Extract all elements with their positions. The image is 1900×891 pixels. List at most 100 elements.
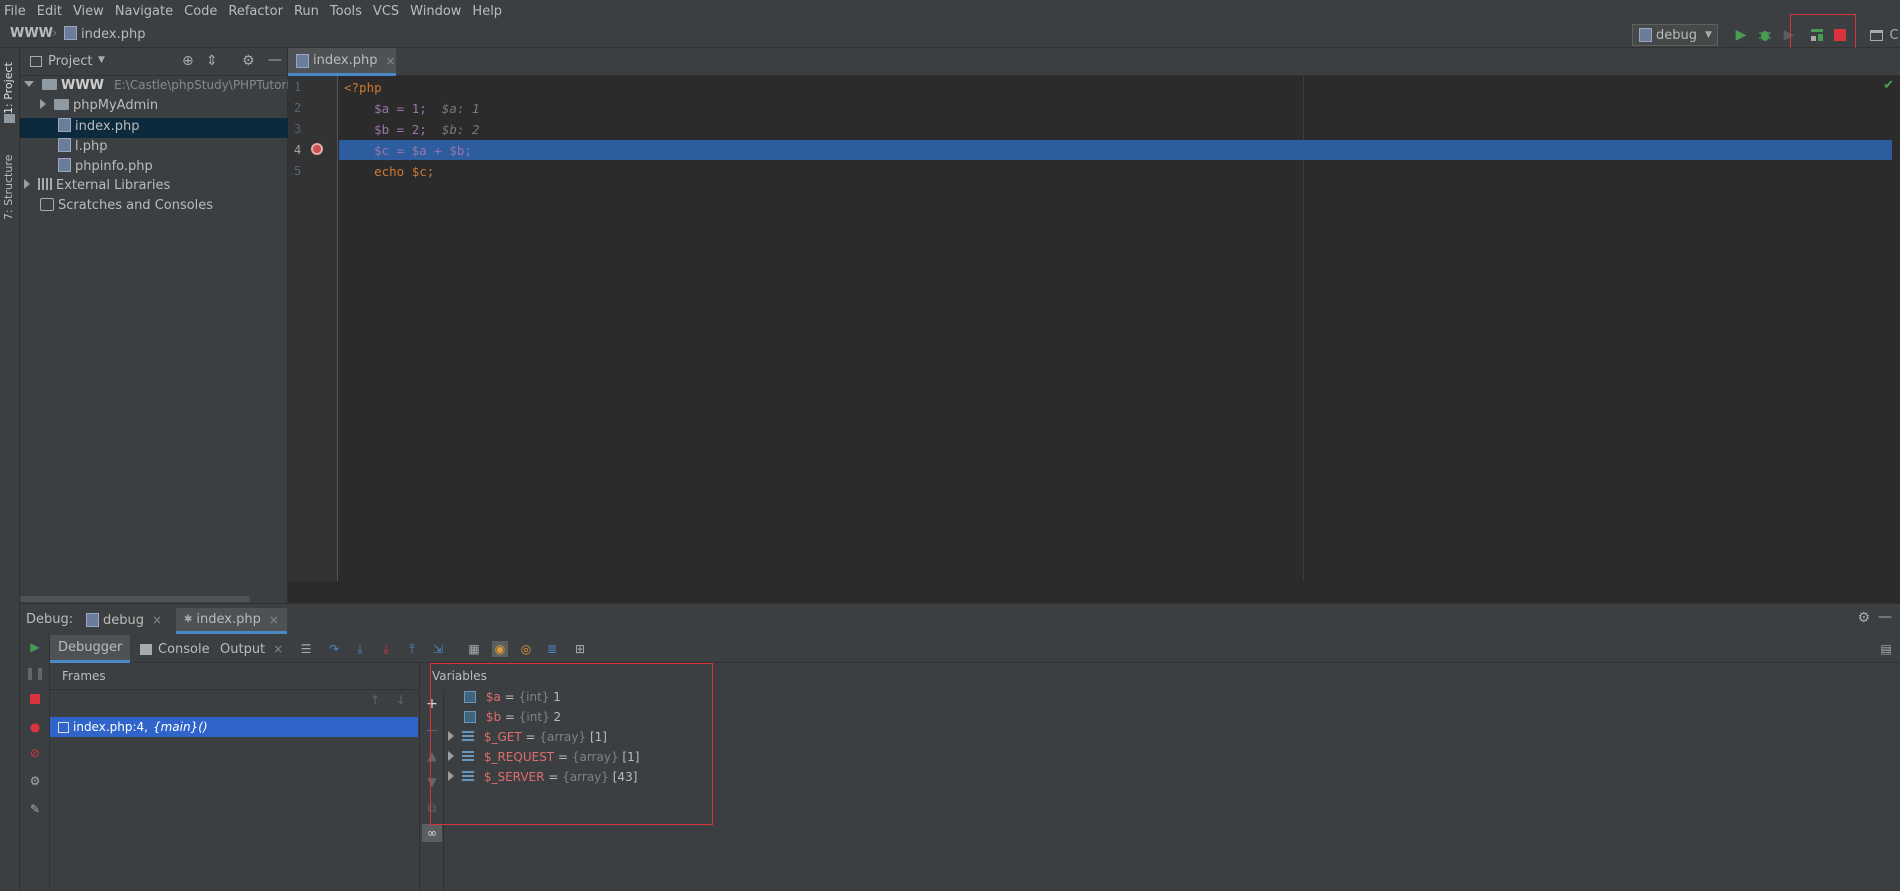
menu-tools[interactable]: Tools [330, 4, 362, 19]
breadcrumb-file-label: index.php [81, 27, 146, 42]
console-icon [140, 643, 152, 655]
inline-value: $a: 1 [441, 101, 480, 116]
break-on-first-line-icon[interactable]: ◉ [492, 641, 508, 657]
layout-settings-icon[interactable]: ▤ [1878, 641, 1894, 657]
step-over-icon[interactable]: ↷ [326, 641, 342, 657]
run-to-cursor-icon[interactable]: ⇲ [430, 641, 446, 657]
step-out-icon[interactable]: ⤒ [404, 641, 420, 657]
locate-target-icon[interactable]: ⊕ [182, 53, 194, 69]
tree-item-phpinfo-php[interactable]: phpinfo.php [20, 158, 288, 178]
debugger-toolbar: Debugger Console Output × ☰ ↷ ⤓ ⤓ ⤒ ⇲ ▦ … [20, 635, 1900, 663]
ignore-breakpoints-icon[interactable]: ◎ [518, 641, 534, 657]
subtab-output[interactable]: Output × [220, 635, 283, 663]
breadcrumb-root[interactable]: WWW [10, 26, 53, 41]
tree-item-phpmyadmin[interactable]: phpMyAdmin [20, 98, 288, 118]
gear-icon[interactable]: ⚙ [1857, 610, 1870, 626]
subtab-debugger[interactable]: Debugger [50, 635, 131, 663]
tree-item-l-php[interactable]: l.php [20, 138, 288, 158]
run-icon[interactable]: ▶ [1732, 26, 1750, 44]
debug-bug-icon[interactable] [1756, 26, 1774, 44]
menu-bar: File Edit View Navigate Code Refactor Ru… [0, 0, 1900, 22]
force-step-into-icon[interactable]: ⤓ [378, 641, 394, 657]
project-panel: Project ▼ ⊕ ⇕ ⚙ — WWW E:\Castle\phpStudy… [20, 48, 304, 603]
menu-navigate[interactable]: Navigate [115, 4, 173, 19]
tree-item-label: index.php [75, 119, 140, 134]
minimize-icon[interactable]: — [268, 52, 282, 68]
menu-run[interactable]: Run [294, 4, 319, 19]
stop-icon[interactable] [27, 691, 43, 707]
close-icon[interactable]: × [269, 613, 279, 627]
minimize-icon[interactable]: — [1878, 609, 1892, 625]
no-problems-check-icon[interactable]: ✔ [1883, 78, 1894, 93]
tree-item-external-libraries[interactable]: External Libraries [20, 178, 288, 198]
expand-arrow-icon[interactable] [24, 81, 34, 87]
close-icon[interactable]: × [385, 54, 395, 68]
gear-icon[interactable]: ⚙ [27, 773, 43, 789]
tab-project[interactable]: 1: Project [2, 54, 15, 114]
project-title[interactable]: Project [48, 54, 92, 69]
menu-view[interactable]: View [73, 4, 104, 19]
debug-tab-label: debug [103, 612, 144, 628]
search-everywhere-icon[interactable]: C [1888, 27, 1900, 43]
breakpoint-icon[interactable] [311, 143, 323, 155]
debug-tab-debug[interactable]: debug × [86, 608, 162, 632]
frames-icon[interactable]: ≣ [544, 641, 560, 657]
debug-actions-strip: ▶ ❚❚ ● ⊘ ⚙ ✎ [20, 635, 50, 891]
menu-refactor[interactable]: Refactor [228, 4, 283, 19]
arrow-up-icon: ↑ [370, 693, 381, 707]
navigation-bar: WWW › index.php debug ▼ ▶ ▶ C [0, 22, 1900, 48]
mute-breakpoints-icon[interactable]: ⊘ [27, 745, 43, 761]
resume-icon[interactable]: ▶ [27, 639, 43, 655]
breadcrumb-file[interactable]: index.php [64, 26, 145, 42]
debug-tab-index-php[interactable]: ✱ index.php × [176, 608, 287, 634]
tree-root-www[interactable]: WWW E:\Castle\phpStudy\PHPTutorial\ [20, 78, 304, 98]
tree-root-path: E:\Castle\phpStudy\PHPTutorial\ [114, 78, 305, 92]
run-config-select[interactable]: debug ▼ [1632, 24, 1718, 46]
menu-vcs[interactable]: VCS [373, 4, 399, 19]
menu-file[interactable]: File [4, 4, 26, 19]
view-breakpoints-icon[interactable]: ● [27, 719, 43, 735]
expand-arrow-icon[interactable] [40, 99, 46, 109]
step-into-icon[interactable]: ⤓ [352, 641, 368, 657]
menu-edit[interactable]: Edit [37, 4, 62, 19]
folder-icon [54, 99, 69, 110]
project-header: Project ▼ ⊕ ⇕ ⚙ — [20, 48, 288, 76]
menu-code[interactable]: Code [184, 4, 217, 19]
line-number: 1 [294, 80, 302, 94]
editor-gutter[interactable]: 1 2 3 4 5 [288, 76, 338, 581]
gear-icon[interactable]: ⚙ [242, 53, 255, 69]
frames-title: Frames [62, 669, 106, 683]
execution-point-line [339, 140, 1892, 160]
pin-icon[interactable]: ✎ [27, 801, 43, 817]
code-editor[interactable]: 1 2 3 4 5 ✔ <?php $a = 1; $a: 1 $b = 2; … [288, 76, 1900, 603]
chevron-down-icon[interactable]: ▼ [98, 55, 105, 65]
editor-tab-index-php[interactable]: index.php × [288, 48, 396, 76]
show-execution-point-icon[interactable]: ☰ [298, 641, 314, 657]
php-file-icon [58, 118, 71, 132]
menu-window[interactable]: Window [410, 4, 461, 19]
restore-layout-icon[interactable]: ⊞ [572, 641, 588, 657]
tab-structure[interactable]: 7: Structure [2, 140, 15, 220]
evaluate-expression-icon[interactable]: ▦ [466, 641, 482, 657]
project-horizontal-scrollbar[interactable] [20, 596, 250, 602]
show-watches-icon[interactable]: ∞ [422, 824, 442, 842]
tree-root-name: WWW [61, 78, 105, 93]
layout-icon[interactable] [1868, 27, 1884, 43]
expand-arrow-icon[interactable] [24, 179, 30, 189]
line-number: 3 [294, 122, 302, 136]
tree-item-scratches[interactable]: Scratches and Consoles [20, 198, 288, 218]
collapse-all-icon[interactable]: ⇕ [206, 53, 218, 69]
inline-value: $b: 2 [441, 122, 480, 137]
editor-tab-bar: index.php × [288, 48, 1900, 76]
tree-item-label: phpMyAdmin [73, 98, 159, 113]
subtab-console[interactable]: Console [140, 635, 210, 663]
php-file-icon [64, 26, 77, 40]
frame-row[interactable]: index.php:4, {main}() [50, 717, 418, 737]
close-icon[interactable]: × [152, 613, 162, 627]
php-file-icon [58, 158, 71, 172]
frame-location: index.php:4, [73, 720, 148, 734]
menu-help[interactable]: Help [472, 4, 502, 19]
close-icon[interactable]: × [273, 642, 283, 656]
tree-item-index-php[interactable]: index.php [20, 118, 288, 138]
php-file-icon [58, 138, 71, 152]
